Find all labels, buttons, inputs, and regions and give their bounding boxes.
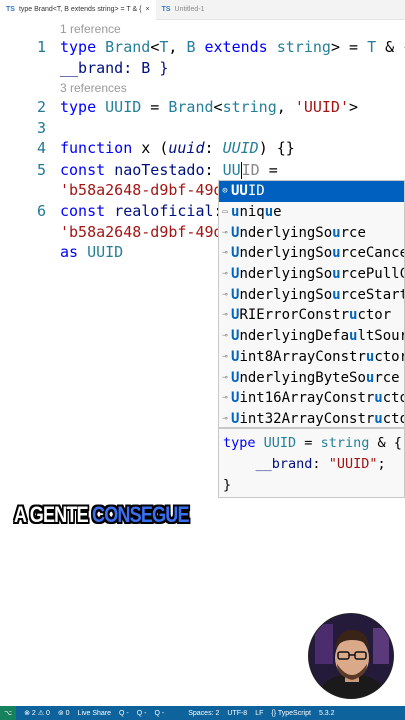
interface-icon: ⊸ (222, 310, 228, 321)
tab-label: type Brand<T, B extends string> = T & { (18, 6, 142, 13)
tab-untitled[interactable]: TS Untitled-1 (156, 0, 211, 20)
type-alias-icon: ⊙ (222, 186, 228, 197)
code-line-6-wrap: 'b58a2648-d9bf-49d3 (60, 223, 232, 241)
code-line-5: const naoTestado: UUID = (60, 161, 278, 179)
line-number: 2 (36, 98, 46, 116)
interface-icon: ⊸ (222, 372, 228, 383)
live-share-button[interactable]: Live Share (78, 710, 111, 717)
language-mode[interactable]: {} TypeScript (271, 710, 311, 717)
code-line-6: const realoficial: (60, 202, 223, 220)
line-number: 3 (36, 119, 46, 137)
problems-count[interactable]: ⊗ 2 ⚠ 0 (24, 709, 50, 717)
suggestion-widget[interactable]: ⊙ UU ID ▭ u niq u e ⊸ UnderlyingSo u rce ⊸ Underly… (218, 180, 405, 428)
status-bar: ⌥ ⊗ 2 ⚠ 0 ⊚ 0 Live Share Q - Q - Q - Spa… (0, 706, 405, 720)
tab-label: Untitled-1 (174, 6, 205, 13)
suggestion-item[interactable]: ⊸ UnderlyingByteSo u rce (219, 367, 404, 388)
interface-icon: ⊸ (222, 248, 228, 259)
suggestion-item[interactable]: ⊸Uint16ArrayConstructo (219, 388, 404, 409)
code-line-4: function x (uuid: UUID) {} (60, 139, 295, 157)
suggestion-item[interactable]: ⊸ UnderlyingSo u rceStart (219, 284, 404, 305)
webcam-overlay (308, 613, 394, 699)
close-icon[interactable]: × (145, 6, 149, 13)
typescript-icon: TS (161, 6, 171, 13)
suggestion-item[interactable]: ⊸ Uint8ArrayConstr u ctor (219, 347, 404, 368)
suggestion-item[interactable]: ⊸ U RIErrorConstr u ctor (219, 305, 404, 326)
suggestion-details: type UUID = string & { __brand: "UUID";} (218, 428, 405, 498)
code-line-2: type UUID = Brand<string, 'UUID'> (60, 98, 359, 116)
keyword-icon: ▭ (222, 207, 228, 218)
interface-icon: ⊸ (222, 227, 228, 238)
code-line-1: type Brand<T, B extends string> = T & { (60, 38, 405, 56)
tab-brand-file[interactable]: TS type Brand<T, B extends string> = T &… (0, 0, 156, 20)
codelens-references[interactable]: 3 references (60, 81, 127, 95)
suggestion-item[interactable]: ⊸Uint32ArrayConstructo (219, 409, 404, 427)
status-item[interactable]: Q - (137, 710, 147, 717)
encoding-selector[interactable]: UTF-8 (227, 710, 247, 717)
codelens-references[interactable]: 1 reference (60, 22, 121, 36)
typescript-icon: TS (6, 6, 15, 13)
line-number: 4 (36, 139, 46, 157)
interface-icon: ⊸ (222, 351, 228, 362)
line-number: 5 (36, 161, 46, 179)
ports-indicator[interactable]: ⊚ 0 (58, 709, 70, 717)
interface-icon: ⊸ (222, 269, 228, 280)
eol-selector[interactable]: LF (255, 710, 263, 717)
presenter-avatar (309, 614, 393, 698)
interface-icon: ⊸ (222, 413, 228, 424)
tab-bar: TS type Brand<T, B extends string> = T &… (0, 0, 405, 20)
line-number: 6 (36, 202, 46, 220)
code-line-5-wrap: 'b58a2648-d9bf-49d3 (60, 181, 232, 199)
suggestion-item[interactable]: ⊸ UnderlyingSo u rceCance (219, 243, 404, 264)
suggestion-item[interactable]: ⊸ UnderlyingSo u rcePullC (219, 264, 404, 285)
video-caption: A GENTE CONSEGUE (14, 502, 190, 527)
indentation-selector[interactable]: Spaces: 2 (188, 710, 219, 717)
suggestion-item[interactable]: ⊸ UnderlyingDefa u ltSour (219, 326, 404, 347)
code-line-6-wrap2: as UUID (60, 243, 124, 261)
line-number: 1 (36, 38, 46, 56)
code-line-1-wrap: __brand: B } (60, 59, 169, 77)
typescript-version[interactable]: 5.3.2 (319, 710, 335, 717)
interface-icon: ⊸ (222, 393, 228, 404)
suggestion-item[interactable]: ⊙ UU ID (219, 181, 404, 202)
status-item[interactable]: Q - (154, 710, 164, 717)
interface-icon: ⊸ (222, 289, 228, 300)
status-item[interactable]: Q - (119, 710, 129, 717)
suggestion-item[interactable]: ⊸ UnderlyingSo u rce (219, 222, 404, 243)
remote-indicator[interactable]: ⌥ (0, 706, 17, 720)
interface-icon: ⊸ (222, 331, 228, 342)
suggestion-item[interactable]: ▭ u niq u e (219, 202, 404, 223)
